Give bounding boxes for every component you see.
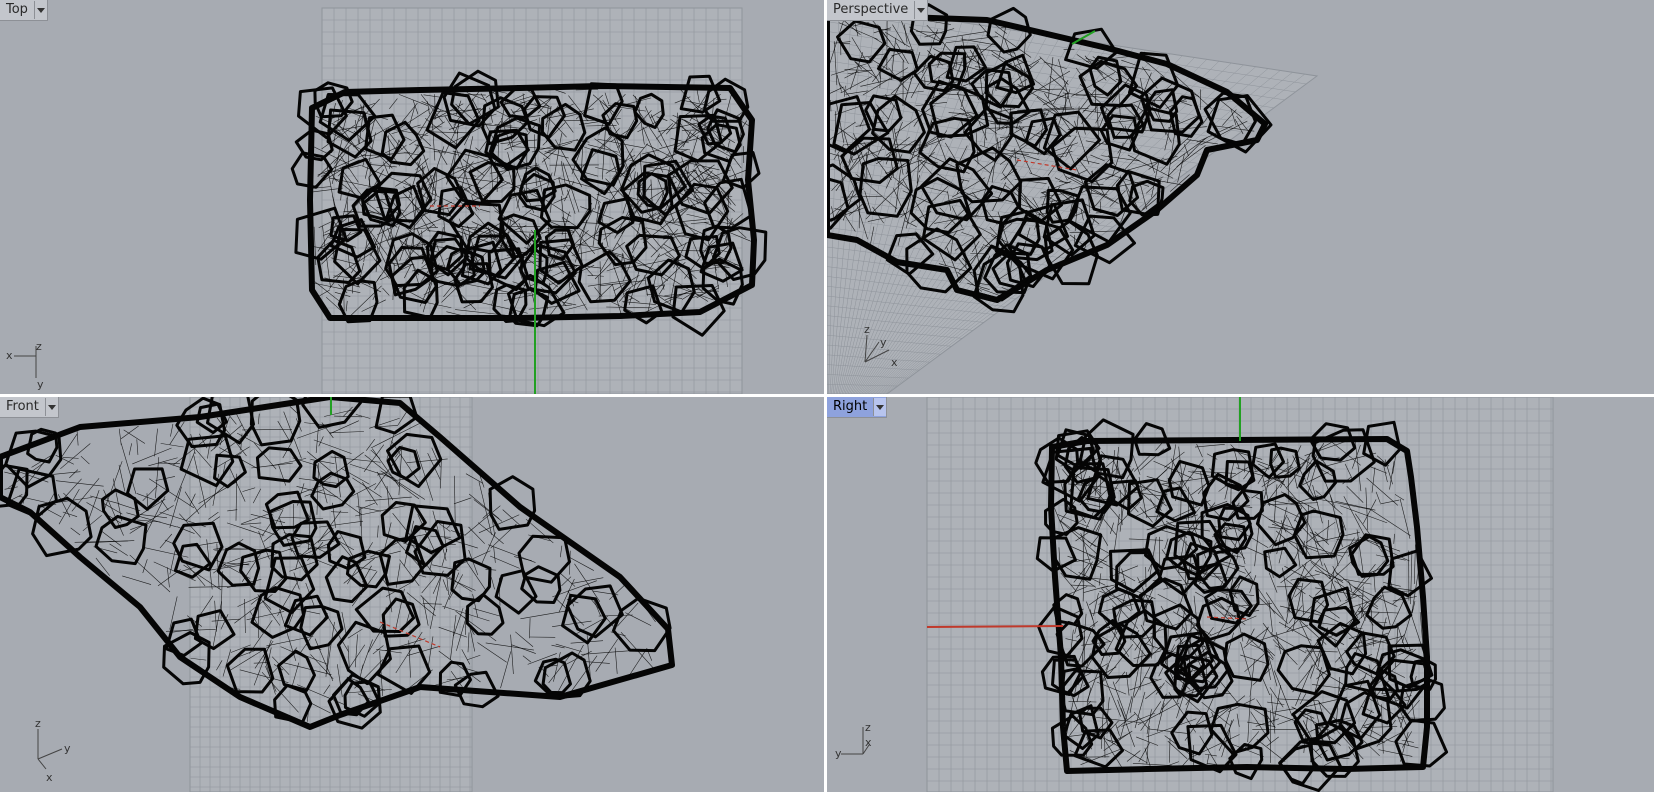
axis-label-y: y [37, 378, 44, 391]
viewport-right[interactable]: z y x Right [827, 397, 1654, 792]
viewport-title[interactable]: Front [0, 397, 45, 417]
viewport-perspective-canvas[interactable]: z y x [827, 0, 1654, 394]
dropdown-arrow-icon[interactable] [33, 1, 47, 19]
axis-label-z: z [35, 717, 41, 730]
viewport-front-canvas[interactable]: z y x [0, 397, 824, 792]
axis-label-z: z [864, 323, 870, 336]
rhino-four-viewport-layout: x z y Top z y x Perspective z y x Front … [0, 0, 1654, 792]
axis-label-z: z [36, 340, 42, 353]
viewport-top[interactable]: x z y Top [0, 0, 824, 394]
viewport-perspective[interactable]: z y x Perspective [827, 0, 1654, 394]
viewport-front[interactable]: z y x Front [0, 397, 824, 792]
x-axis-line [926, 625, 1064, 628]
dropdown-arrow-icon[interactable] [873, 398, 887, 416]
axis-triad: z y x [835, 721, 872, 760]
axis-triad: z y x [35, 717, 71, 784]
viewport-title[interactable]: Perspective [827, 0, 914, 20]
viewport-title[interactable]: Right [827, 397, 873, 417]
viewport-tab-front[interactable]: Front [0, 397, 59, 418]
viewport-top-canvas[interactable]: x z y [0, 0, 824, 394]
viewport-tab-top[interactable]: Top [0, 0, 48, 21]
axis-label-x: x [891, 356, 898, 369]
axis-label-x: x [865, 736, 872, 749]
construction-grid [926, 397, 1554, 792]
axis-label-z: z [865, 721, 871, 734]
axis-label-y: y [880, 336, 887, 349]
axis-label-y: y [64, 742, 71, 755]
dropdown-arrow-icon[interactable] [44, 398, 58, 416]
dropdown-arrow-icon[interactable] [914, 1, 927, 19]
viewport-title[interactable]: Top [0, 0, 34, 20]
axis-triad: x z y [6, 340, 44, 391]
viewport-tab-right[interactable]: Right [827, 397, 888, 418]
axis-label-x: x [6, 349, 13, 362]
axis-label-y: y [835, 747, 842, 760]
viewport-right-canvas[interactable]: z y x [827, 397, 1654, 792]
viewport-tab-perspective[interactable]: Perspective [827, 0, 929, 21]
axis-label-x: x [46, 771, 53, 784]
